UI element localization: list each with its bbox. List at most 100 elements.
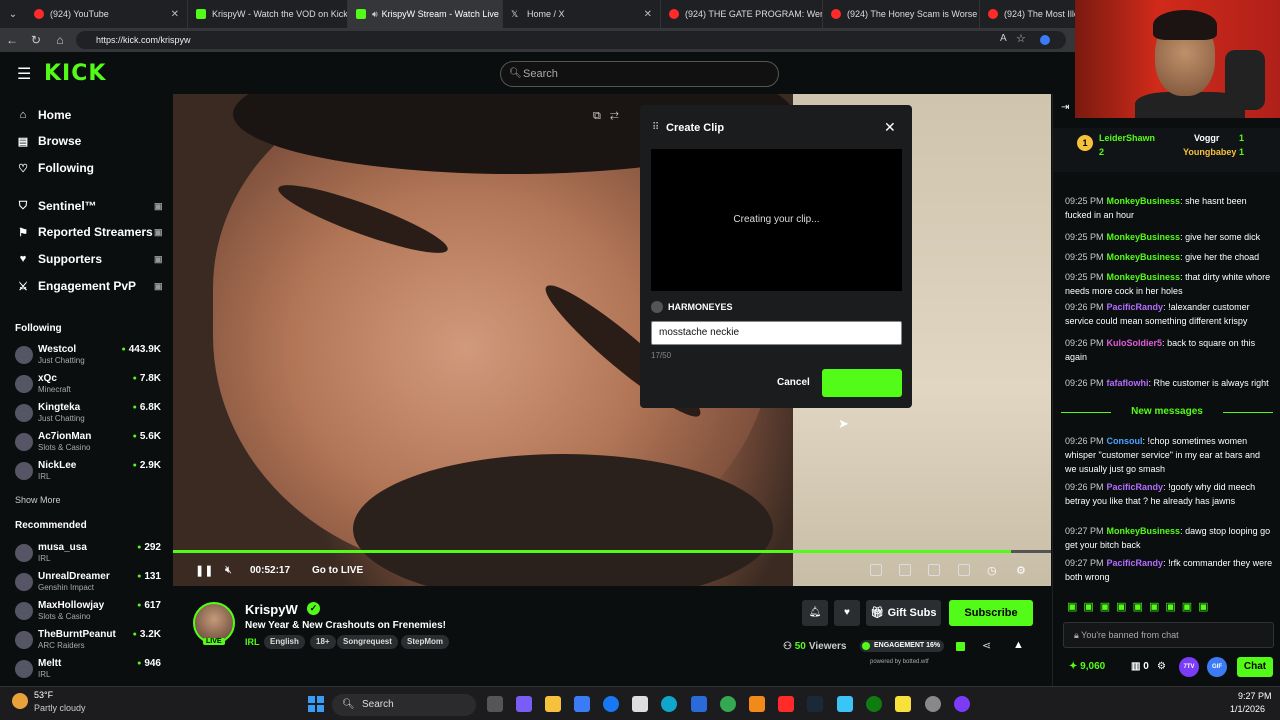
xbox-icon[interactable] bbox=[866, 696, 882, 712]
video-player[interactable]: ⧉ ⇄ ❚❚ 🔇︎ 00:52:17 Go to LIVE ◷ ⚙ bbox=[173, 94, 1051, 586]
read-aloud-icon[interactable]: A bbox=[1000, 33, 1007, 44]
tab-illegal[interactable]: (924) The Most Illegal bbox=[980, 0, 1080, 28]
tab-kick-live[interactable]: 🔊︎KrispyW Stream - Watch Live✕ bbox=[348, 0, 503, 28]
leader-name[interactable]: LeiderShawn bbox=[1099, 133, 1155, 143]
sidebar-item-supporters[interactable]: ♥ Supporters ▣ bbox=[16, 249, 163, 269]
recommended-channel[interactable]: MaxHollowjaySlots & Casino 617 bbox=[15, 598, 165, 626]
muted-icon[interactable]: 🔇︎ bbox=[225, 564, 232, 577]
chat-input[interactable]: 🔒︎ You're banned from chat bbox=[1063, 622, 1274, 648]
home-icon[interactable]: ⌂ bbox=[48, 33, 72, 47]
message-username[interactable]: fafaflowhi bbox=[1107, 378, 1149, 388]
message-username[interactable]: PacificRandy bbox=[1107, 482, 1164, 492]
notes-icon[interactable] bbox=[895, 696, 911, 712]
obs-icon[interactable] bbox=[925, 696, 941, 712]
theater-icon[interactable] bbox=[928, 564, 940, 576]
progress-bar[interactable] bbox=[173, 550, 1051, 553]
share-icon[interactable]: ⋖ bbox=[982, 639, 991, 652]
chat-send-button[interactable]: Chat bbox=[1237, 657, 1273, 677]
recommended-channel[interactable]: TheBurntPeanutARC Raiders 3.2K bbox=[15, 627, 165, 655]
edge-icon[interactable] bbox=[661, 696, 677, 712]
gift-subs-button[interactable]: 🎁︎ Gift Subs bbox=[866, 600, 941, 626]
clip-icon[interactable] bbox=[899, 564, 911, 576]
tag[interactable]: English bbox=[264, 635, 305, 649]
tab-x[interactable]: 𝕏 Home / X ✕ bbox=[503, 0, 661, 28]
steam-icon[interactable] bbox=[807, 696, 823, 712]
vlc-icon[interactable] bbox=[749, 696, 765, 712]
extension-icon[interactable] bbox=[1040, 35, 1050, 45]
translate-icon[interactable]: ⇄ bbox=[610, 110, 619, 122]
publish-clip-button[interactable] bbox=[822, 369, 902, 397]
kick-logo[interactable]: KICK bbox=[44, 61, 106, 86]
following-channel[interactable]: xQcMinecraft 7.8K bbox=[15, 371, 165, 399]
sidebar-item-browse[interactable]: ▤ Browse bbox=[16, 131, 82, 151]
chat-settings-icon[interactable]: ⚙ bbox=[1157, 661, 1166, 672]
message-username[interactable]: Consoul bbox=[1107, 436, 1143, 446]
message-username[interactable]: MonkeyBusiness bbox=[1107, 272, 1181, 282]
taskbar-search[interactable]: 🔍︎ Search bbox=[332, 694, 476, 716]
leader-name[interactable]: Youngbabey bbox=[1183, 147, 1236, 157]
go-to-live-button[interactable]: Go to LIVE bbox=[312, 565, 363, 576]
close-icon[interactable]: ✕ bbox=[638, 9, 652, 20]
file-explorer-icon[interactable] bbox=[545, 696, 561, 712]
reload-icon[interactable]: ↻ bbox=[24, 33, 48, 47]
task-view-icon[interactable] bbox=[487, 696, 503, 712]
url-field[interactable]: https://kick.com/krispyw bbox=[76, 31, 1066, 49]
following-channel[interactable]: Ac7ionManSlots & Casino 5.6K bbox=[15, 429, 165, 457]
report-icon[interactable]: ▲ bbox=[1013, 639, 1024, 651]
tag[interactable]: Songrequest bbox=[337, 635, 398, 649]
back-icon[interactable]: ← bbox=[0, 33, 24, 47]
fullscreen-icon[interactable] bbox=[958, 564, 970, 576]
speed-icon[interactable]: ◷ bbox=[987, 564, 997, 577]
clock-date[interactable]: 1/1/2026 bbox=[1230, 704, 1265, 714]
gift-count[interactable]: ▥ 0 bbox=[1131, 661, 1149, 672]
copilot-icon[interactable] bbox=[516, 696, 532, 712]
tab-youtube[interactable]: (924) YouTube ✕ bbox=[26, 0, 188, 28]
miniplayer-icon[interactable] bbox=[870, 564, 882, 576]
search-input[interactable]: 🔍︎ Search bbox=[500, 61, 779, 87]
tag[interactable]: 18+ bbox=[310, 635, 336, 649]
following-channel[interactable]: NickLeeIRL 2.9K bbox=[15, 458, 165, 486]
sidebar-item-reported[interactable]: ⚑ Reported Streamers ▣ bbox=[16, 222, 162, 242]
store-icon[interactable] bbox=[574, 696, 590, 712]
gif-icon[interactable]: GIF bbox=[1207, 657, 1227, 677]
chrome-icon[interactable] bbox=[720, 696, 736, 712]
message-username[interactable]: MonkeyBusiness bbox=[1107, 196, 1181, 206]
app-icon[interactable] bbox=[954, 696, 970, 712]
pip-icon[interactable]: ⧉ bbox=[593, 110, 601, 122]
message-username[interactable]: KuloSoldier5 bbox=[1107, 338, 1163, 348]
sidebar-item-sentinel[interactable]: ⛉ Sentinel™ ▣ bbox=[16, 196, 163, 216]
pause-icon[interactable]: ❚❚ bbox=[195, 564, 213, 577]
sidebar-item-following[interactable]: ♡ Following bbox=[16, 158, 94, 178]
clock-time[interactable]: 9:27 PM bbox=[1238, 691, 1272, 701]
following-channel[interactable]: KingtekaJust Chatting 6.8K bbox=[15, 400, 165, 428]
settings-icon[interactable]: ⚙ bbox=[1016, 564, 1026, 577]
collapse-chat-icon[interactable]: ⇥ bbox=[1061, 102, 1069, 113]
tab-gate[interactable]: (924) THE GATE PROGRAM: Were✕ bbox=[661, 0, 823, 28]
cancel-button[interactable]: Cancel bbox=[777, 377, 810, 388]
message-username[interactable]: MonkeyBusiness bbox=[1107, 232, 1181, 242]
tab-list-icon[interactable]: ⌄ bbox=[0, 9, 26, 20]
channel-points[interactable]: ✦ 9,060 bbox=[1069, 661, 1105, 672]
leader-name[interactable]: Voggr bbox=[1194, 133, 1219, 143]
favorite-icon[interactable]: ☆ bbox=[1016, 32, 1026, 45]
clip-title-input[interactable]: mosstache neckie bbox=[651, 321, 902, 345]
tag[interactable]: StepMom bbox=[401, 635, 449, 649]
weather-icon[interactable] bbox=[12, 693, 28, 709]
windows-start-icon[interactable] bbox=[308, 696, 324, 712]
emote-bar[interactable]: ▣▣▣▣▣▣▣▣▣ bbox=[1067, 600, 1215, 613]
category-link[interactable]: IRL bbox=[245, 637, 260, 647]
sidebar-item-engagement-pvp[interactable]: ⚔ Engagement PvP ▣ bbox=[16, 276, 162, 296]
calculator-icon[interactable] bbox=[691, 696, 707, 712]
recommended-channel[interactable]: UnrealDreamerGenshin Impact 131 bbox=[15, 569, 165, 597]
message-username[interactable]: MonkeyBusiness bbox=[1107, 526, 1181, 536]
recommended-channel[interactable]: MelttIRL 946 bbox=[15, 656, 165, 684]
seventv-icon[interactable]: 7TV bbox=[1179, 657, 1199, 677]
message-username[interactable]: PacificRandy bbox=[1107, 558, 1164, 568]
recommended-channel[interactable]: musa_usaIRL 292 bbox=[15, 540, 165, 568]
sidebar-item-home[interactable]: ⌂ Home bbox=[16, 105, 72, 125]
message-username[interactable]: MonkeyBusiness bbox=[1107, 252, 1181, 262]
amazon-icon[interactable] bbox=[632, 696, 648, 712]
close-icon[interactable]: ✕ bbox=[884, 119, 896, 136]
heart-icon[interactable]: ♥ bbox=[834, 600, 860, 626]
bell-icon[interactable]: 🔔︎ bbox=[802, 600, 828, 626]
